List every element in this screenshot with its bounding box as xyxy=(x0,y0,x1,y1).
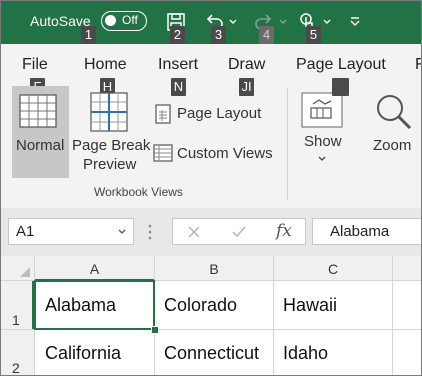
column-header-c-label: C xyxy=(327,260,339,277)
formula-input-value: Alabama xyxy=(330,223,390,240)
show-label[interactable]: Show xyxy=(304,133,342,150)
keytip-5: 5 xyxy=(306,26,321,44)
tab-home[interactable]: Home xyxy=(84,56,127,74)
cell-a2[interactable]: California xyxy=(45,343,121,364)
tab-page-layout[interactable]: Page Layout xyxy=(296,56,386,74)
toggle-knob xyxy=(105,15,116,26)
page-layout-view-label[interactable]: Page Layout xyxy=(177,105,261,122)
column-header-b-label: B xyxy=(209,260,219,277)
custom-views-icon[interactable] xyxy=(153,143,173,163)
zoom-icon[interactable] xyxy=(372,92,414,134)
fill-handle[interactable] xyxy=(151,326,159,334)
resize-handle-icon[interactable] xyxy=(147,222,153,242)
name-box-dropdown-icon[interactable] xyxy=(117,228,127,236)
keytip-2: 2 xyxy=(170,26,185,44)
group-separator xyxy=(287,88,288,200)
keytip-draw: JI xyxy=(239,78,254,96)
name-box-value: A1 xyxy=(16,223,35,240)
tab-formulas-partial[interactable]: F xyxy=(415,56,422,74)
page-break-preview-icon[interactable] xyxy=(90,92,128,132)
redo-dropdown-icon[interactable] xyxy=(278,18,288,26)
keytip-insert: N xyxy=(171,78,186,96)
autosave-state: Off xyxy=(122,13,138,27)
formula-buttons: fx xyxy=(172,218,306,245)
keytip-3: 3 xyxy=(211,26,226,44)
column-header-c[interactable]: C xyxy=(274,256,392,281)
column-header-a-label: A xyxy=(89,260,100,277)
cell-c1[interactable]: Hawaii xyxy=(283,295,337,316)
page-layout-view-icon[interactable] xyxy=(154,104,172,124)
touch-dropdown-icon[interactable] xyxy=(322,18,332,26)
cancel-icon[interactable] xyxy=(187,225,201,239)
workbook-views-group-label: Workbook Views xyxy=(94,185,183,199)
tab-draw[interactable]: Draw xyxy=(228,56,265,74)
grid-line xyxy=(392,256,393,376)
normal-view-label: Normal xyxy=(16,137,65,154)
formula-input[interactable]: Alabama xyxy=(312,218,422,245)
active-cell-selection xyxy=(34,280,155,330)
page-break-preview-label-2[interactable]: Preview xyxy=(83,156,136,173)
customize-toolbar-icon[interactable] xyxy=(348,14,362,28)
row-header-1[interactable]: 1 xyxy=(12,312,20,328)
tab-insert[interactable]: Insert xyxy=(158,56,198,74)
keytip-1: 1 xyxy=(81,26,96,44)
row-header-2[interactable]: 2 xyxy=(12,360,20,376)
name-box[interactable]: A1 xyxy=(8,218,134,245)
column-header-b[interactable]: B xyxy=(155,256,273,281)
cell-c2[interactable]: Idaho xyxy=(283,343,328,364)
cell-b2[interactable]: Connecticut xyxy=(164,343,259,364)
show-dropdown-icon[interactable] xyxy=(317,155,327,163)
undo-dropdown-icon[interactable] xyxy=(228,18,238,26)
column-header-a[interactable]: A xyxy=(35,256,154,281)
autosave-toggle[interactable]: Off xyxy=(101,11,147,31)
select-all-icon xyxy=(20,267,30,277)
enter-check-icon[interactable] xyxy=(231,225,247,239)
normal-view-icon xyxy=(19,94,57,128)
zoom-label[interactable]: Zoom xyxy=(373,137,411,154)
tab-file[interactable]: File xyxy=(22,56,48,74)
keytip-4: 4 xyxy=(259,26,274,44)
custom-views-label[interactable]: Custom Views xyxy=(177,145,273,162)
insert-function-icon[interactable]: fx xyxy=(276,221,292,241)
grid-line xyxy=(273,256,274,376)
keytip-show-area xyxy=(332,78,347,96)
page-break-preview-label-1[interactable]: Page Break xyxy=(72,137,150,154)
cell-b1[interactable]: Colorado xyxy=(164,295,237,316)
show-icon[interactable] xyxy=(301,92,343,128)
